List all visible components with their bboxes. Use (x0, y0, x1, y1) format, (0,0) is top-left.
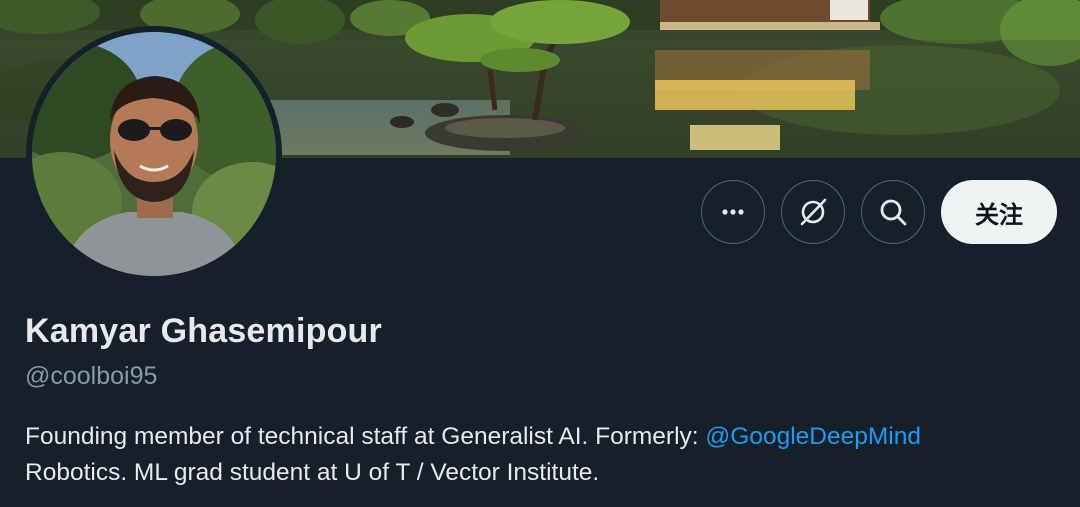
more-horizontal-icon (722, 209, 744, 215)
profile-handle: @coolboi95 (25, 362, 158, 390)
bio-mention-link[interactable]: @GoogleDeepMind (705, 423, 921, 450)
search-button[interactable] (861, 180, 925, 244)
profile-actions: 关注 (701, 180, 1057, 244)
avatar-image (32, 32, 276, 276)
grok-icon (800, 198, 827, 226)
profile-page: 关注 Kamyar Ghasemipour @coolboi95 Foundin… (0, 0, 1080, 507)
profile-avatar[interactable] (26, 26, 282, 282)
profile-name: Kamyar Ghasemipour (25, 312, 382, 350)
bio-text-line2: Robotics. ML grad student at U of T / Ve… (25, 459, 600, 486)
grok-button[interactable] (781, 180, 845, 244)
more-button[interactable] (701, 180, 765, 244)
follow-button[interactable]: 关注 (941, 180, 1057, 244)
bio-text-line1: Founding member of technical staff at Ge… (25, 423, 706, 450)
profile-bio: Founding member of technical staff at Ge… (25, 419, 1065, 491)
search-icon (880, 199, 907, 226)
